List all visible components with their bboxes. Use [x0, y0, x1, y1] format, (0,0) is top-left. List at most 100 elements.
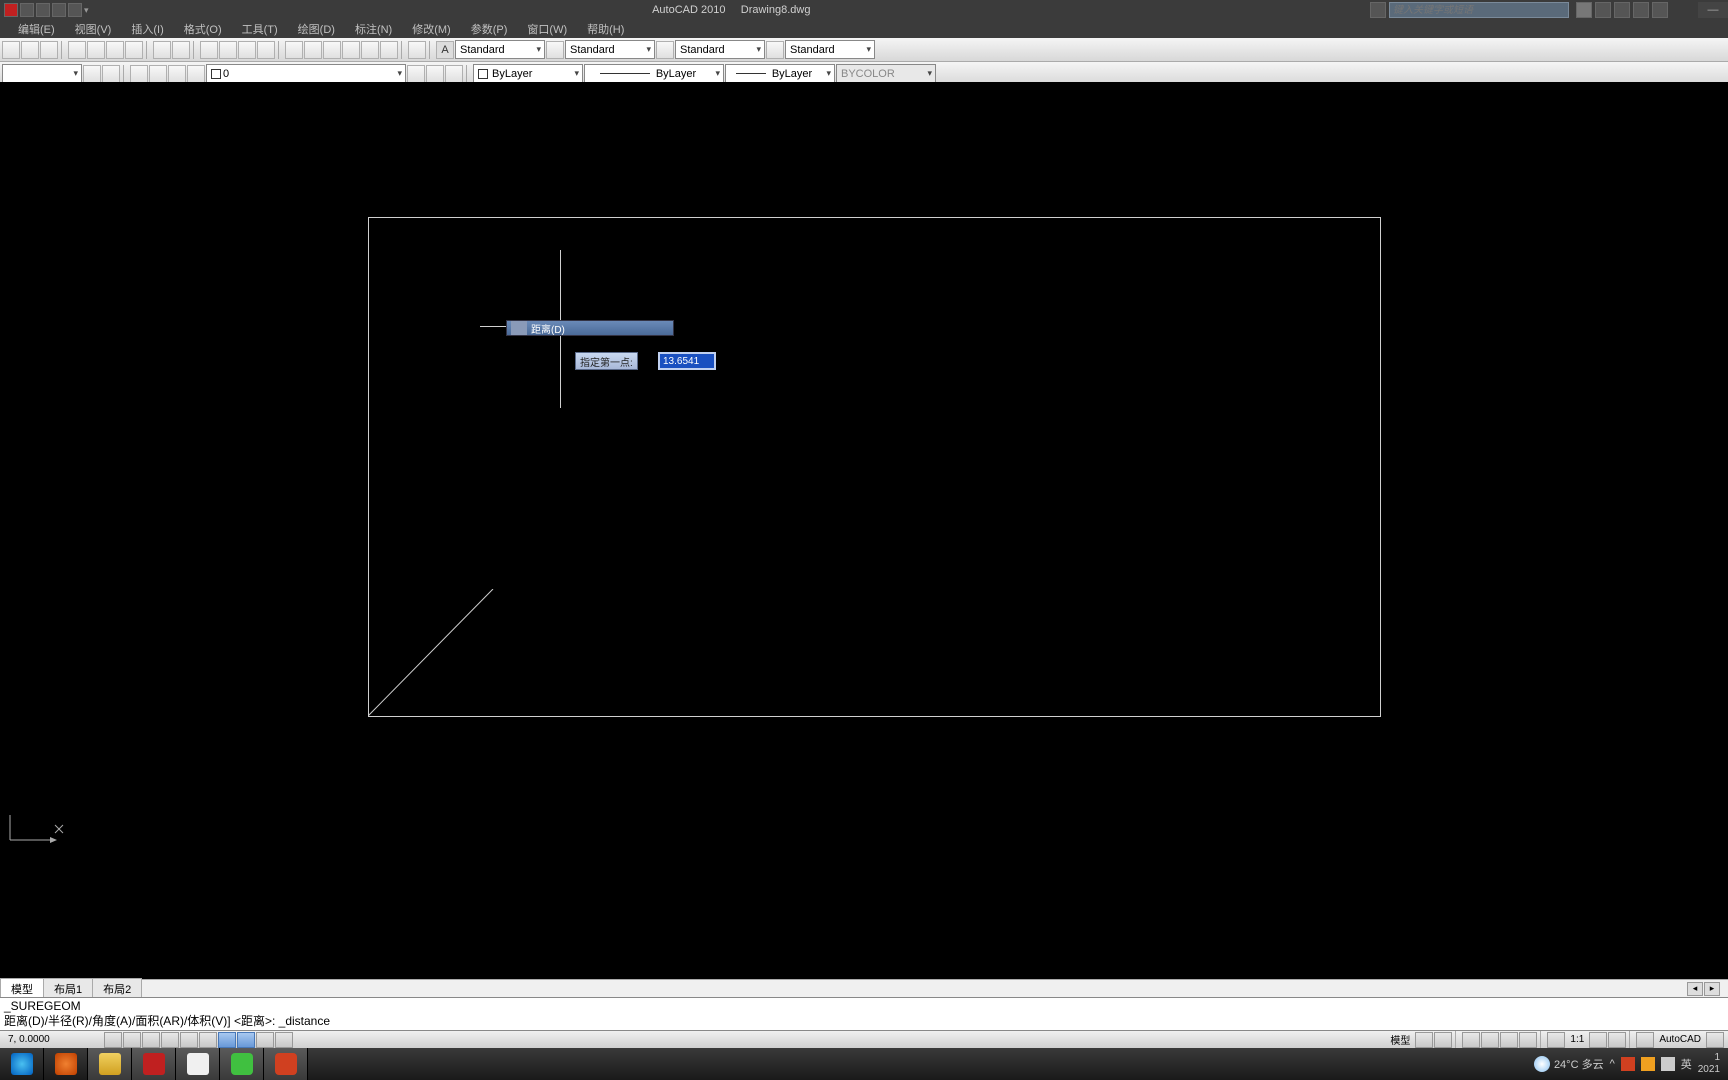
menu-parametric[interactable]: 参数(P) [461, 21, 518, 37]
menu-draw[interactable]: 绘图(D) [288, 21, 345, 37]
help-icon[interactable] [1652, 2, 1668, 18]
sheet-set-icon[interactable] [342, 41, 360, 59]
app-menu-icon[interactable] [4, 3, 18, 17]
redo-icon[interactable] [52, 3, 66, 17]
menu-format[interactable]: 格式(O) [174, 21, 232, 37]
tray-icon-2[interactable] [1641, 1057, 1655, 1071]
markup-icon[interactable] [361, 41, 379, 59]
taskbar-explorer[interactable] [88, 1048, 132, 1080]
ducs-toggle[interactable] [218, 1032, 236, 1048]
qat-dropdown-icon[interactable]: ▾ [84, 5, 89, 16]
search-box[interactable] [1389, 2, 1569, 18]
autoscale-icon[interactable] [1608, 1032, 1626, 1048]
menu-window[interactable]: 窗口(W) [517, 21, 577, 37]
menu-tools[interactable]: 工具(T) [232, 21, 288, 37]
clock[interactable]: 1 2021 [1698, 1052, 1720, 1076]
favorite-icon[interactable] [1633, 2, 1649, 18]
tab-layout2[interactable]: 布局2 [92, 978, 142, 999]
print-icon[interactable] [68, 3, 82, 17]
qp-toggle[interactable] [275, 1032, 293, 1048]
infocenter-icon[interactable] [1370, 2, 1386, 18]
drawing-canvas[interactable]: 距离(D) 指定第一点: 13.6541 [0, 82, 1728, 970]
showmotion-icon[interactable] [1519, 1032, 1537, 1048]
polar-toggle[interactable] [161, 1032, 179, 1048]
mleader-style-icon[interactable] [766, 41, 784, 59]
undo-icon[interactable] [153, 41, 171, 59]
dyn-toggle[interactable] [237, 1032, 255, 1048]
layer-states-icon[interactable] [149, 65, 167, 83]
osnap-toggle[interactable] [180, 1032, 198, 1048]
pan-icon[interactable] [200, 41, 218, 59]
scroll-left-icon[interactable]: ◂ [1687, 982, 1703, 996]
menu-edit[interactable]: 编辑(E) [8, 21, 65, 37]
table-style-dropdown[interactable]: Standard [675, 40, 765, 59]
menu-modify[interactable]: 修改(M) [402, 21, 461, 37]
scroll-right-icon[interactable]: ▸ [1704, 982, 1720, 996]
tray-icon-1[interactable] [1621, 1057, 1635, 1071]
dynamic-input[interactable]: 13.6541 [658, 352, 716, 370]
lwt-toggle[interactable] [256, 1032, 274, 1048]
layer-iso-icon[interactable] [445, 65, 463, 83]
annotation-visibility-icon[interactable] [1589, 1032, 1607, 1048]
layer-dropdown[interactable]: 0 [206, 64, 406, 83]
paste-icon[interactable] [106, 41, 124, 59]
model-space-label[interactable]: 模型 [1386, 1032, 1414, 1047]
redo-icon[interactable] [172, 41, 190, 59]
layer-manager-icon[interactable] [130, 65, 148, 83]
copy-icon[interactable] [87, 41, 105, 59]
menu-dimension[interactable]: 标注(N) [345, 21, 402, 37]
workspace-settings-icon[interactable] [83, 65, 101, 83]
snap-toggle[interactable] [104, 1032, 122, 1048]
weather-widget[interactable]: 24°C 多云 [1534, 1056, 1604, 1072]
dim-style-icon[interactable] [546, 41, 564, 59]
exchange-icon[interactable] [1614, 2, 1630, 18]
quickview-layouts-icon[interactable] [1415, 1032, 1433, 1048]
menu-help[interactable]: 帮助(H) [577, 21, 634, 37]
workspace-switch-icon[interactable] [1636, 1032, 1654, 1048]
zoom-previous-icon[interactable] [257, 41, 275, 59]
subscription-icon[interactable] [1595, 2, 1611, 18]
design-center-icon[interactable] [304, 41, 322, 59]
minimize-button[interactable]: — [1698, 2, 1728, 18]
tool-palettes-icon[interactable] [323, 41, 341, 59]
menu-view[interactable]: 视图(V) [65, 21, 122, 37]
tab-layout1[interactable]: 布局1 [43, 978, 93, 999]
menu-insert[interactable]: 插入(I) [121, 21, 173, 37]
grid-toggle[interactable] [123, 1032, 141, 1048]
plotstyle-dropdown[interactable]: BYCOLOR [836, 64, 936, 83]
zoom-icon[interactable] [1481, 1032, 1499, 1048]
ortho-toggle[interactable] [142, 1032, 160, 1048]
quickcalc-icon[interactable] [380, 41, 398, 59]
save-icon[interactable] [40, 41, 58, 59]
layer-previous-icon[interactable] [187, 65, 205, 83]
volume-icon[interactable] [1661, 1057, 1675, 1071]
workspace-label[interactable]: AutoCAD [1655, 1034, 1705, 1045]
table-style-icon[interactable] [656, 41, 674, 59]
dim-style-dropdown[interactable]: Standard [565, 40, 655, 59]
properties-icon[interactable] [285, 41, 303, 59]
mleader-style-dropdown[interactable]: Standard [785, 40, 875, 59]
command-line[interactable]: _SUREGEOM 距离(D)/半径(R)/角度(A)/面积(AR)/体积(V)… [0, 997, 1728, 1030]
annotation-scale-icon[interactable] [1547, 1032, 1565, 1048]
tray-expand-icon[interactable]: ^ [1610, 1058, 1615, 1070]
text-style-dropdown[interactable]: Standard [455, 40, 545, 59]
otrack-toggle[interactable] [199, 1032, 217, 1048]
ime-indicator[interactable]: 英 [1681, 1056, 1692, 1072]
new-icon[interactable] [2, 41, 20, 59]
search-go-icon[interactable] [1576, 2, 1592, 18]
workspace-save-icon[interactable] [102, 65, 120, 83]
coordinates[interactable]: 7, 0.0000 [0, 1034, 100, 1045]
annotation-scale[interactable]: 1:1 [1566, 1034, 1588, 1045]
taskbar-autocad[interactable] [132, 1048, 176, 1080]
workspace-dropdown[interactable] [2, 64, 82, 83]
help-icon[interactable] [408, 41, 426, 59]
tab-model[interactable]: 模型 [0, 978, 44, 999]
zoom-window-icon[interactable] [238, 41, 256, 59]
color-dropdown[interactable]: ByLayer [473, 64, 583, 83]
search-input[interactable] [1390, 3, 1568, 17]
layer-match-icon[interactable] [426, 65, 444, 83]
dynamic-menu[interactable]: 距离(D) [506, 320, 674, 336]
lineweight-dropdown[interactable]: ByLayer [725, 64, 835, 83]
pan-icon[interactable] [1462, 1032, 1480, 1048]
layer-filter-icon[interactable] [168, 65, 186, 83]
